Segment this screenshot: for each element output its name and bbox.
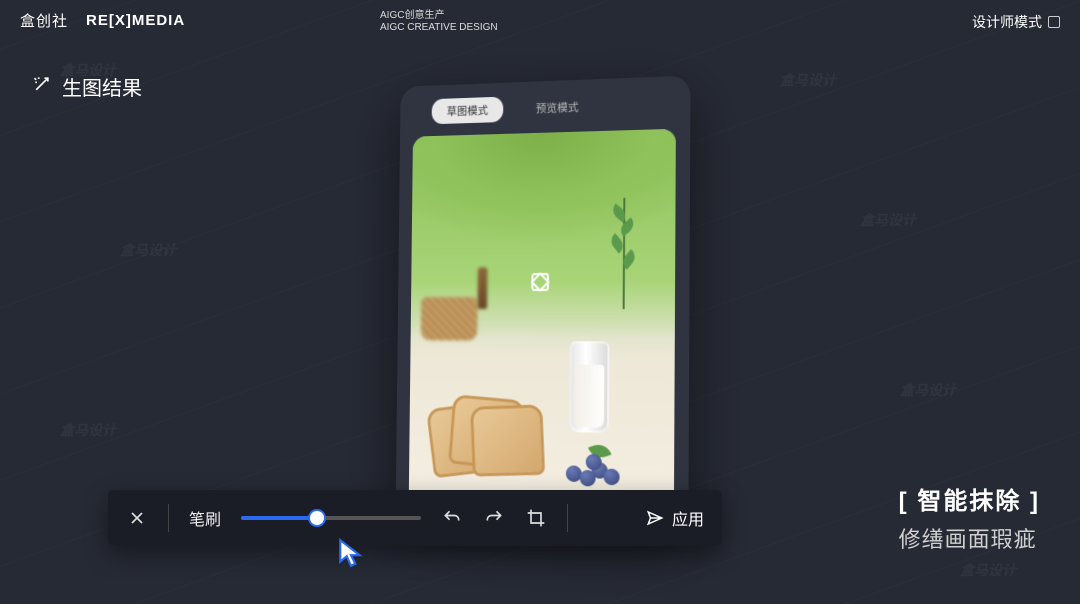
watermark-text: 盒马设计 bbox=[960, 560, 1016, 580]
image-milk-glass bbox=[569, 341, 609, 433]
canvas-panel: 草图模式 预览模式 bbox=[396, 76, 691, 527]
header-caption: AIGC创意生产 AIGC CREATIVE DESIGN bbox=[380, 10, 498, 34]
tab-sketch[interactable]: 草图模式 bbox=[432, 97, 504, 125]
image-bread bbox=[429, 385, 535, 477]
magic-wand-icon bbox=[32, 74, 52, 99]
result-heading-label: 生图结果 bbox=[62, 72, 142, 101]
send-icon bbox=[646, 509, 664, 527]
designer-mode-label: 设计师模式 bbox=[972, 12, 1042, 32]
brush-size-slider[interactable] bbox=[241, 516, 421, 520]
watermark-text: 盒马设计 bbox=[860, 210, 916, 230]
tab-preview[interactable]: 预览模式 bbox=[520, 93, 594, 121]
divider bbox=[168, 504, 169, 532]
designer-mode-toggle[interactable]: 设计师模式 bbox=[972, 12, 1060, 32]
brand-cn: 盒创社 bbox=[20, 10, 68, 31]
edit-toolbar: 笔刷 应用 bbox=[108, 490, 722, 546]
feature-subtitle: 修缮画面瑕疵 bbox=[899, 522, 1040, 554]
undo-button[interactable] bbox=[441, 507, 463, 529]
watermark-text: 盒马设计 bbox=[900, 380, 956, 400]
feature-title: [ 智能抹除 ] bbox=[899, 481, 1040, 516]
watermark-text: 盒马设计 bbox=[60, 420, 116, 440]
apply-button[interactable]: 应用 bbox=[646, 506, 704, 530]
header: 盒创社 RE[X]MEDIA AIGC创意生产 AIGC CREATIVE DE… bbox=[0, 0, 1080, 40]
image-blueberries bbox=[566, 445, 636, 488]
brush-label: 笔刷 bbox=[189, 506, 221, 530]
redo-button[interactable] bbox=[483, 507, 505, 529]
generated-image[interactable] bbox=[409, 129, 676, 512]
watermark-text: 盒马设计 bbox=[120, 240, 176, 260]
image-bottle bbox=[477, 267, 487, 309]
brand-en: RE[X]MEDIA bbox=[86, 12, 185, 29]
watermark-text: 盒马设计 bbox=[780, 70, 836, 90]
divider bbox=[567, 504, 568, 532]
feature-caption: [ 智能抹除 ] 修缮画面瑕疵 bbox=[899, 481, 1040, 554]
header-caption-line1: AIGC创意生产 bbox=[380, 10, 498, 22]
result-heading: 生图结果 bbox=[32, 72, 142, 101]
focus-marker-icon bbox=[531, 273, 549, 291]
mode-tabs: 草图模式 预览模式 bbox=[413, 90, 676, 125]
crop-button[interactable] bbox=[525, 507, 547, 529]
apply-label: 应用 bbox=[672, 506, 704, 530]
image-plant bbox=[598, 198, 649, 310]
header-caption-line2: AIGC CREATIVE DESIGN bbox=[380, 22, 498, 34]
close-button[interactable] bbox=[126, 507, 148, 529]
canvas-container: 草图模式 预览模式 bbox=[390, 80, 690, 520]
image-basket bbox=[421, 297, 478, 341]
expand-icon bbox=[1048, 16, 1060, 28]
